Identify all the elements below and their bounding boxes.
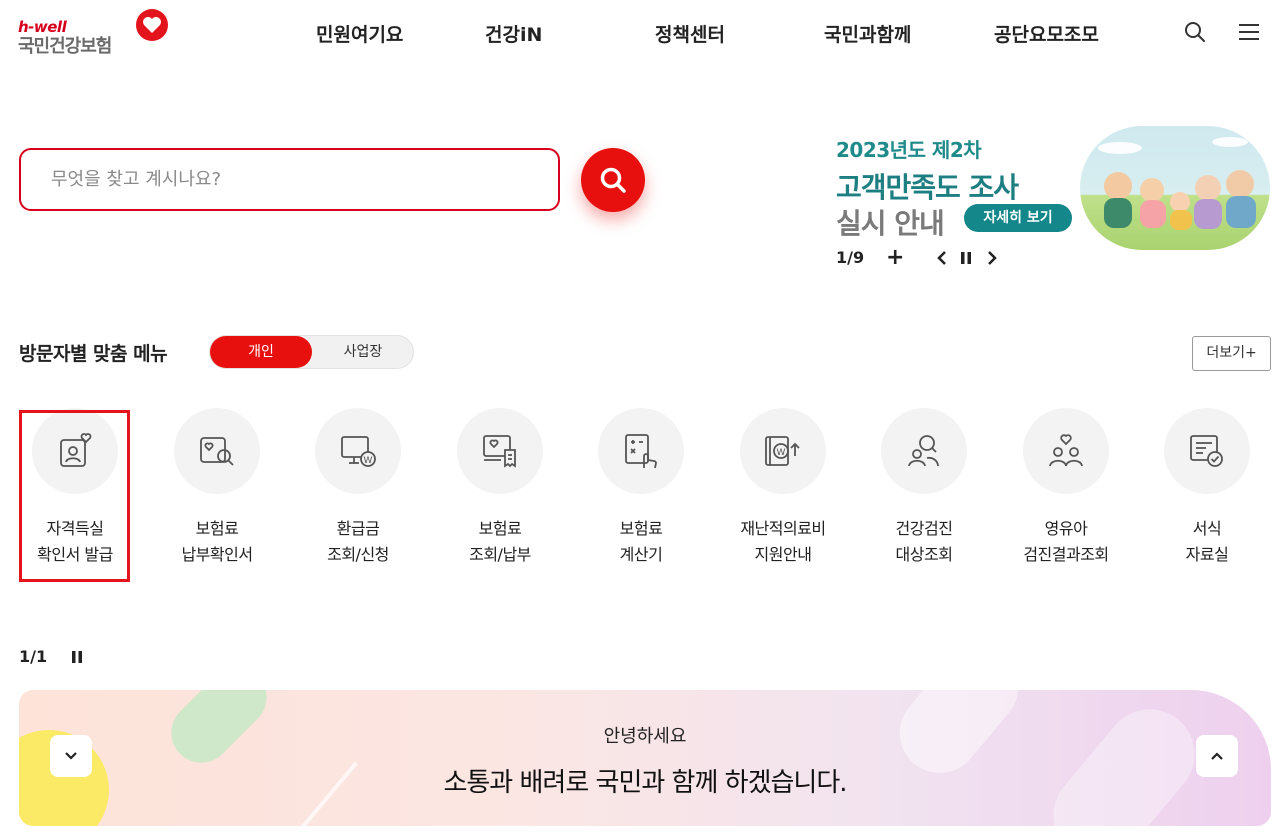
nav-item-with-people[interactable]: 국민과함께: [824, 20, 911, 47]
expand-down-button[interactable]: [50, 735, 92, 777]
search-icon[interactable]: [1183, 20, 1207, 44]
tab-personal[interactable]: 개인: [210, 336, 312, 368]
service-premium-inquiry-payment[interactable]: 보험료 조회/납부: [440, 408, 560, 578]
banner-plus-button[interactable]: +: [886, 245, 904, 270]
service-premium-payment-certificate[interactable]: 보험료 납부확인서: [157, 408, 277, 578]
document-won-up-icon: W: [765, 436, 800, 466]
service-label: 환급금 조회/신청: [298, 516, 418, 568]
service-label-line2: 검진결과조회: [1023, 545, 1109, 564]
service-icon-circle: W: [315, 408, 401, 494]
pause-icon[interactable]: [71, 650, 83, 664]
search-icon: [600, 167, 626, 193]
tab-business[interactable]: 사업장: [312, 336, 414, 368]
chevron-up-icon: [1211, 752, 1223, 760]
greeting-subtitle: 안녕하세요: [603, 726, 687, 747]
banner-line2: 고객만족도 조사: [836, 171, 1019, 204]
chevron-down-icon: [65, 752, 77, 760]
nav-item-civil[interactable]: 민원여기요: [316, 20, 403, 47]
service-icon-circle: [174, 408, 260, 494]
services-pager-counter: 1/1: [19, 647, 48, 666]
service-health-checkup-target[interactable]: 건강검진 대상조회: [864, 408, 984, 578]
service-icon-circle: [457, 408, 543, 494]
service-forms-library[interactable]: 서식 자료실: [1147, 408, 1267, 578]
visitor-type-toggle: 개인 사업장: [209, 335, 414, 369]
search-button[interactable]: [581, 148, 645, 212]
svg-text:W: W: [364, 456, 373, 466]
service-label-line2: 대상조회: [895, 545, 953, 564]
service-label-line2: 납부확인서: [181, 545, 253, 564]
calculator-hand-icon: [625, 434, 657, 469]
banner-controls: 1/9 +: [836, 245, 1036, 272]
service-label-line1: 보험료: [195, 519, 239, 538]
chevron-left-icon[interactable]: [936, 250, 948, 266]
family-illustration: [1080, 126, 1270, 250]
service-refund-inquiry[interactable]: W 환급금 조회/신청: [298, 408, 418, 578]
heart-logo-icon: [136, 9, 168, 41]
svg-text:W: W: [777, 448, 786, 458]
service-label: 재난적의료비 지원안내: [723, 516, 843, 568]
service-label-line1: 재난적의료비: [740, 519, 826, 538]
site-header: h-well 국민건강보험 민원여기요 건강iN 정책센터 국민과함께 공단요모…: [0, 0, 1280, 68]
banner-line1: 2023년도 제2차: [836, 138, 982, 162]
service-premium-calculator[interactable]: 보험료 계산기: [581, 408, 701, 578]
service-label: 영유아 검진결과조회: [1006, 516, 1126, 568]
service-icon-circle: [1023, 408, 1109, 494]
hamburger-menu-icon[interactable]: [1238, 22, 1260, 42]
nav-item-about[interactable]: 공단요모조모: [994, 20, 1099, 47]
pause-icon[interactable]: [960, 251, 972, 265]
banner-detail-button[interactable]: 자세히 보기: [964, 204, 1072, 232]
people-search-icon: [908, 435, 939, 467]
document-search-icon: [200, 437, 234, 466]
service-icon-circle: [1164, 408, 1250, 494]
service-label-line1: 환급금: [336, 519, 380, 538]
banner-counter: 1/9: [836, 248, 865, 267]
monitor-won-icon: W: [341, 436, 376, 467]
more-button[interactable]: 더보기+: [1192, 336, 1271, 371]
banner-line3: 실시 안내: [836, 207, 945, 240]
service-label-line2: 자료실: [1185, 545, 1229, 564]
family-heart-icon: [1049, 434, 1083, 467]
computer-receipt-icon: [483, 435, 516, 468]
service-label-line2: 조회/납부: [469, 545, 531, 564]
service-label: 서식 자료실: [1147, 516, 1267, 568]
survey-banner[interactable]: 2023년도 제2차 고객만족도 조사 실시 안내 자세히 보기 1/9 +: [836, 126, 1280, 276]
service-label-line1: 건강검진: [895, 519, 953, 538]
service-label-line2: 계산기: [619, 545, 663, 564]
visitor-menu-title: 방문자별 맞춤 메뉴: [19, 343, 168, 365]
service-label-line1: 영유아: [1044, 519, 1088, 538]
service-label: 보험료 계산기: [581, 516, 701, 568]
service-disaster-medical-support[interactable]: W 재난적의료비 지원안내: [723, 408, 843, 578]
service-icon-circle: W: [740, 408, 826, 494]
service-label: 보험료 납부확인서: [157, 516, 277, 568]
service-label-line1: 보험료: [619, 519, 663, 538]
service-label-line1: 서식: [1192, 519, 1222, 538]
service-icon-circle: [598, 408, 684, 494]
nhis-logo[interactable]: h-well 국민건강보험: [18, 8, 178, 60]
nav-item-health-in[interactable]: 건강iN: [485, 20, 542, 47]
scroll-top-button[interactable]: [1196, 735, 1238, 777]
service-label-line2: 지원안내: [754, 545, 812, 564]
search-input[interactable]: [51, 150, 541, 209]
service-label-line2: 조회/신청: [327, 545, 389, 564]
selection-highlight-box: [19, 410, 130, 582]
search-box: [19, 148, 560, 211]
service-label-line1: 보험료: [478, 519, 522, 538]
service-label: 건강검진 대상조회: [864, 516, 984, 568]
greeting-banner: 안녕하세요 소통과 배려로 국민과 함께 하겠습니다.: [19, 690, 1271, 826]
service-icon-circle: [881, 408, 967, 494]
service-infant-checkup-results[interactable]: 영유아 검진결과조회: [1006, 408, 1126, 578]
chevron-right-icon[interactable]: [986, 250, 998, 266]
nav-item-policy[interactable]: 정책센터: [655, 20, 725, 47]
decorative-shape: [1034, 690, 1214, 826]
service-label: 보험료 조회/납부: [440, 516, 560, 568]
greeting-title: 소통과 배려로 국민과 함께 하겠습니다.: [443, 768, 847, 798]
document-check-icon: [1190, 435, 1223, 467]
logo-name: 국민건강보험: [18, 36, 112, 57]
